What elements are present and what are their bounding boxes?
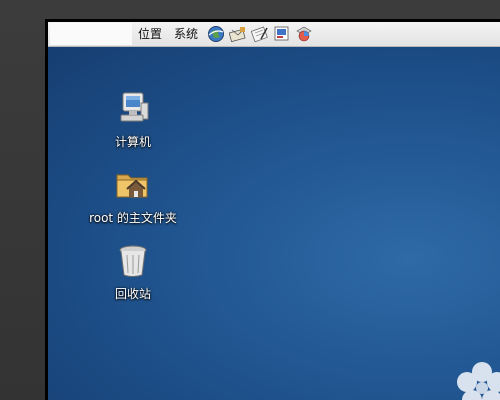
vm-window-frame: 位置 系统 计算机 root 的主文件夹 回收站 bbox=[0, 0, 500, 400]
wallpaper-flower-icon bbox=[457, 362, 500, 400]
desktop-icon-trash[interactable]: 回收站 bbox=[78, 241, 188, 302]
menu-system[interactable]: 系统 bbox=[168, 23, 204, 45]
menu-places[interactable]: 位置 bbox=[132, 23, 168, 45]
guest-screen: 位置 系统 计算机 root 的主文件夹 回收站 bbox=[45, 19, 500, 400]
computer-icon bbox=[120, 92, 149, 122]
office-suite-icon[interactable] bbox=[294, 24, 314, 44]
applications-menu[interactable] bbox=[50, 23, 132, 45]
desktop-icon-home-folder[interactable]: root 的主文件夹 bbox=[78, 165, 188, 226]
text-editor-icon[interactable] bbox=[250, 24, 270, 44]
desktop-icon-computer[interactable]: 计算机 bbox=[78, 89, 188, 150]
desktop: 计算机 root 的主文件夹 回收站 bbox=[48, 47, 500, 400]
panel-launchers bbox=[206, 24, 316, 44]
presentation-icon[interactable] bbox=[272, 24, 292, 44]
trash-icon bbox=[119, 245, 147, 277]
top-panel: 位置 系统 bbox=[48, 22, 500, 47]
desktop-icon-label: 计算机 bbox=[114, 135, 151, 149]
desktop-icon-label: root 的主文件夹 bbox=[89, 211, 177, 225]
web-browser-icon[interactable] bbox=[206, 24, 226, 44]
mail-client-icon[interactable] bbox=[228, 24, 248, 44]
home-folder-icon bbox=[116, 174, 148, 198]
desktop-icon-label: 回收站 bbox=[114, 287, 151, 301]
